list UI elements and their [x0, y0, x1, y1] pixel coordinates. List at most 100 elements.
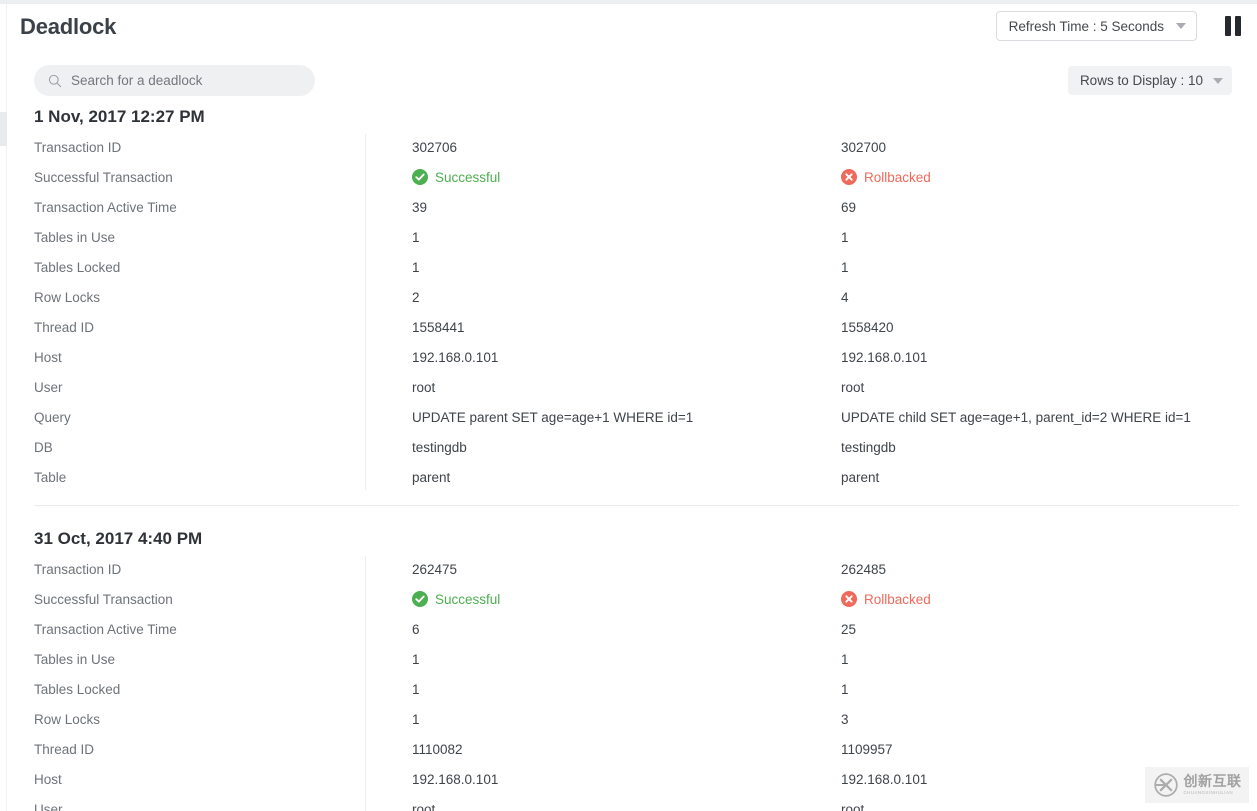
cell-text: root	[841, 801, 865, 811]
table-row: Transaction ID 302706 302700	[34, 132, 1239, 162]
cell-value-right: parent	[820, 470, 1249, 485]
status-badge: Successful	[412, 591, 500, 607]
cell-value-left: 1	[391, 230, 820, 245]
cell-value-right: 1	[820, 230, 1249, 245]
cell-label: Tables in Use	[34, 229, 116, 245]
cell-label: Row Locks	[34, 289, 101, 305]
deadlock-timestamp: 31 Oct, 2017 4:40 PM	[34, 529, 203, 548]
table-row: Host 192.168.0.101 192.168.0.101	[34, 764, 1239, 794]
cell-text: root	[412, 801, 436, 811]
status-badge-label: Rollbacked	[864, 591, 931, 607]
search-input[interactable]	[71, 73, 301, 88]
cell-text: 1	[412, 229, 420, 245]
deadlock-rows: Transaction ID 262475 262485 Successful Tra…	[8, 554, 1257, 811]
cell-text: root	[841, 379, 865, 395]
refresh-time-label: Refresh Time : 5 Seconds	[1008, 18, 1164, 34]
cell-value-left: 1	[391, 712, 820, 727]
cell-value-left: root	[391, 380, 820, 395]
cell-text: 1	[841, 229, 849, 245]
cell-value-left: 1110082	[391, 742, 820, 757]
cell-label: Row Locks	[34, 711, 101, 727]
cell-label: User	[34, 379, 63, 395]
cell-value-left: 39	[391, 200, 820, 215]
cell-value-left: 2	[391, 290, 820, 305]
cell-text: root	[412, 379, 436, 395]
cell-label: Tables in Use	[34, 651, 116, 667]
cell-text: 1110082	[412, 741, 463, 757]
status-badge: Rollbacked	[841, 169, 931, 185]
cell-value-right: 192.168.0.101	[820, 772, 1249, 787]
cell-text: 39	[412, 199, 428, 215]
cell-text: 1558441	[412, 319, 465, 335]
page-header: Deadlock Refresh Time : 5 Seconds	[8, 4, 1257, 52]
refresh-time-dropdown[interactable]: Refresh Time : 5 Seconds	[995, 11, 1197, 41]
table-row: Successful Transaction Successful Rollback…	[34, 584, 1239, 614]
table-row: Query UPDATE parent SET age=age+1 WHERE i…	[34, 402, 1239, 432]
table-row: Transaction ID 262475 262485	[34, 554, 1239, 584]
cell-value-right: 262485	[820, 562, 1249, 577]
cell-label: Host	[34, 349, 62, 365]
pause-icon-bar-right	[1235, 16, 1241, 36]
table-row: User root root	[34, 372, 1239, 402]
cell-value-right: UPDATE child SET age=age+1, parent_id=2 …	[820, 410, 1249, 425]
cell-text: 302700	[841, 139, 887, 155]
cell-value-left: UPDATE parent SET age=age+1 WHERE id=1	[391, 410, 820, 425]
table-row: Tables Locked 1 1	[34, 252, 1239, 282]
cell-value-right: 192.168.0.101	[820, 350, 1249, 365]
cell-text: UPDATE child SET age=age+1, parent_id=2 …	[841, 409, 1191, 425]
cell-label: Tables Locked	[34, 259, 121, 275]
table-row: Table parent parent	[34, 462, 1239, 492]
cell-value-left: root	[391, 802, 820, 811]
cell-text: 1	[841, 651, 849, 667]
cell-text: 192.168.0.101	[841, 349, 928, 365]
cell-value-right: root	[820, 380, 1249, 395]
rows-to-display-label: Rows to Display : 10	[1079, 73, 1203, 88]
cell-text: 1	[412, 711, 420, 727]
cell-text: 2	[412, 289, 420, 305]
table-row: Transaction Active Time 39 69	[34, 192, 1239, 222]
check-circle-icon	[412, 169, 428, 185]
cell-value-right: 69	[820, 200, 1249, 215]
table-row: Row Locks 2 4	[34, 282, 1239, 312]
deadlock-section: 31 Oct, 2017 4:40 PM Transaction ID 262475…	[8, 526, 1257, 811]
table-row: Transaction Active Time 6 25	[34, 614, 1239, 644]
cell-label: Host	[34, 771, 62, 787]
page-title: Deadlock	[20, 14, 117, 39]
deadlock-section: 1 Nov, 2017 12:27 PM Transaction ID 302706…	[8, 104, 1257, 492]
cell-value-right: 1	[820, 652, 1249, 667]
table-row: Tables in Use 1 1	[34, 644, 1239, 674]
chevron-down-icon	[1176, 23, 1186, 29]
cell-label: Thread ID	[34, 741, 95, 757]
pause-button[interactable]	[1222, 15, 1244, 37]
cell-value-right: 302700	[820, 140, 1249, 155]
cell-text: 192.168.0.101	[412, 349, 499, 365]
rows-to-display-dropdown[interactable]: Rows to Display : 10	[1067, 66, 1232, 95]
cell-value-left: 6	[391, 622, 820, 637]
cell-text: 69	[841, 199, 857, 215]
cell-text: 192.168.0.101	[841, 771, 928, 787]
cell-value-left: 262475	[391, 562, 820, 577]
cell-value-left: 192.168.0.101	[391, 772, 820, 787]
table-row: Thread ID 1110082 1109957	[34, 734, 1239, 764]
cell-label: Transaction ID	[34, 139, 122, 155]
cell-text: UPDATE parent SET age=age+1 WHERE id=1	[412, 409, 694, 425]
cell-text: 302706	[412, 139, 458, 155]
cell-label: User	[34, 801, 63, 811]
cell-value-left: 302706	[391, 140, 820, 155]
cell-label: Transaction ID	[34, 561, 122, 577]
table-row: Row Locks 1 3	[34, 704, 1239, 734]
cell-text: 1	[412, 681, 420, 697]
chevron-down-icon	[1213, 77, 1223, 84]
cell-value-right: 1109957	[820, 742, 1249, 757]
status-badge-label: Successful	[435, 591, 501, 607]
search-box[interactable]	[34, 65, 315, 96]
deadlock-list[interactable]: 1 Nov, 2017 12:27 PM Transaction ID 302706…	[8, 104, 1257, 811]
cell-value-right: root	[820, 802, 1249, 811]
cell-value-left: Successful	[391, 169, 820, 185]
table-row: DB testingdb testingdb	[34, 432, 1239, 462]
x-circle-icon	[841, 169, 857, 185]
cell-label: Tables Locked	[34, 681, 121, 697]
cell-text: testingdb	[841, 439, 896, 455]
status-badge-label: Rollbacked	[864, 169, 931, 185]
cell-value-right: 1558420	[820, 320, 1249, 335]
